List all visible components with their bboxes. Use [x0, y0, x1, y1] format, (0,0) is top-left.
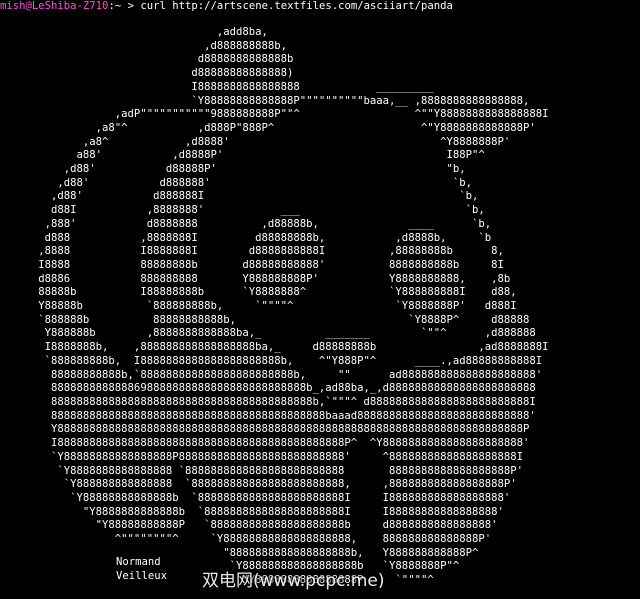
credit-surname: Veilleux [116, 570, 168, 582]
prompt-path: ~ [114, 0, 122, 12]
credit-name: Normand [116, 556, 161, 568]
prompt-symbol: > [127, 0, 134, 12]
site-watermark: 双电网(www.pcpc.me) [202, 571, 385, 591]
ascii-art-output: ,add8ba, ,d888888888b, d8888888888888b d… [0, 26, 549, 588]
command-prompt-line: mish@LeShiba-Z710:~ > curl http://artsce… [0, 0, 453, 13]
ascii-art-panda: ,add8ba, ,d888888888b, d8888888888888b d… [38, 26, 549, 587]
prompt-user-host: mish@LeShiba-Z710 [0, 0, 109, 12]
credit-line-surname: Veilleux [116, 570, 167, 584]
terminal-window[interactable]: mish@LeShiba-Z710:~ > curl http://artsce… [0, 0, 640, 599]
command-text: curl http://artscene.textfiles.com/ascii… [140, 0, 453, 12]
credit-line-name: Normand [116, 556, 161, 570]
